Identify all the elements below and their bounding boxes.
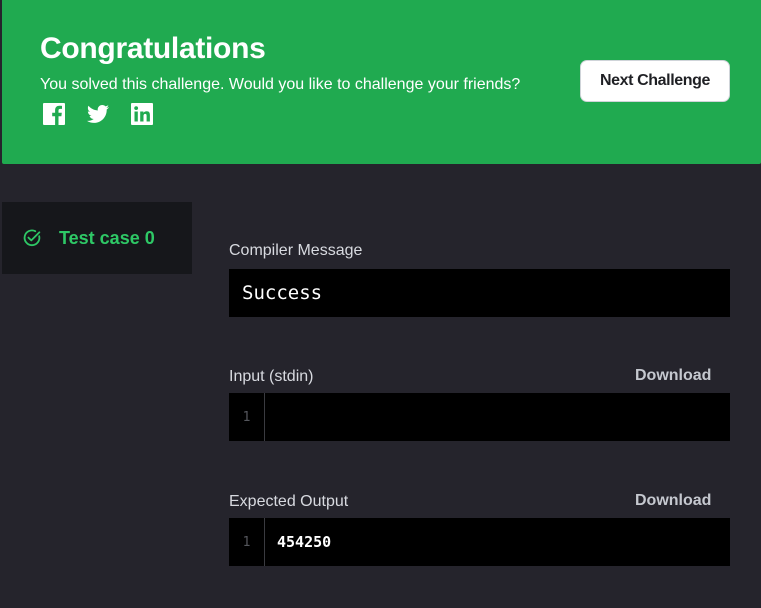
banner-subtitle: You solved this challenge. Would you lik… bbox=[40, 76, 521, 93]
input-content bbox=[265, 393, 730, 441]
test-case-label: Test case 0 bbox=[59, 227, 155, 248]
line-number: 1 bbox=[229, 518, 265, 566]
compiler-message-box: Success bbox=[229, 269, 730, 317]
challenge-result-page: Congratulations You solved this challeng… bbox=[0, 0, 761, 608]
tab-test-case-0[interactable]: Test case 0 bbox=[2, 202, 192, 274]
next-challenge-button[interactable]: Next Challenge bbox=[580, 60, 730, 102]
line-number: 1 bbox=[229, 393, 265, 441]
linkedin-icon[interactable] bbox=[130, 102, 154, 126]
compiler-message-label: Compiler Message bbox=[229, 242, 363, 259]
input-download-link[interactable]: Download bbox=[635, 367, 711, 385]
input-code-box: 1 bbox=[229, 393, 730, 441]
compiler-message-text: Success bbox=[242, 282, 323, 304]
check-circle-icon bbox=[23, 229, 41, 247]
social-share-links bbox=[42, 102, 154, 126]
expected-output-download-link[interactable]: Download bbox=[635, 492, 711, 510]
facebook-icon[interactable] bbox=[42, 102, 66, 126]
expected-output-content: 454250 bbox=[277, 533, 332, 551]
expected-output-code-box: 1 454250 bbox=[229, 518, 730, 566]
expected-output-label: Expected Output bbox=[229, 493, 349, 510]
success-banner: Congratulations You solved this challeng… bbox=[2, 0, 761, 164]
twitter-icon[interactable] bbox=[86, 102, 110, 126]
input-label: Input (stdin) bbox=[229, 368, 314, 385]
banner-title: Congratulations bbox=[40, 32, 266, 65]
